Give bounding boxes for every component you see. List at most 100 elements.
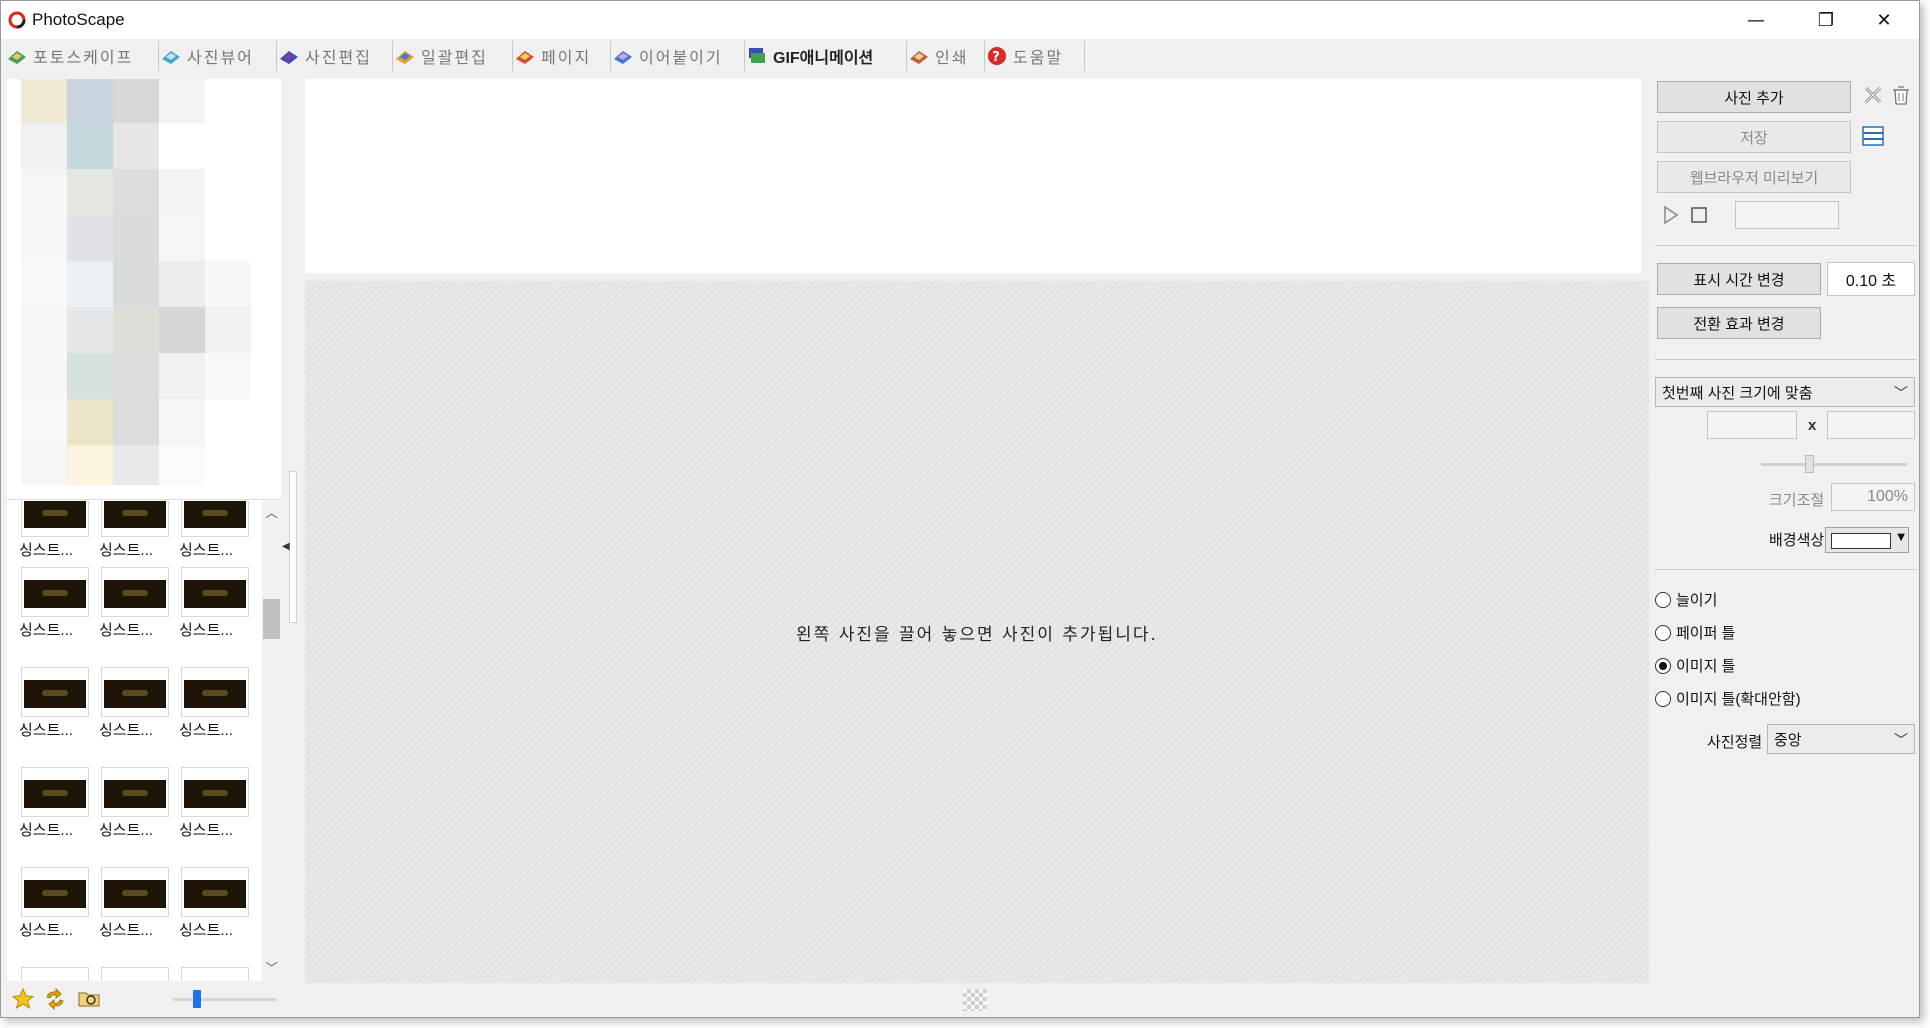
add-photo-button[interactable]: 사진 추가 — [1657, 81, 1851, 113]
radio-label: 늘이기 — [1676, 592, 1718, 609]
thumbnail-image — [181, 867, 249, 917]
thumbnail-image — [101, 501, 169, 537]
tab-label: 사진뷰어 — [187, 48, 254, 67]
svg-text:?: ? — [992, 50, 1002, 65]
fit-option-image-frame[interactable]: 이미지 틀 — [1655, 655, 1735, 676]
folder-tree[interactable] — [7, 79, 281, 500]
frame-strip[interactable] — [305, 79, 1641, 273]
canvas-size-select[interactable]: 첫번째 사진 크기에 맞춤 ﹀ — [1655, 377, 1915, 407]
panel-splitter[interactable]: ◀ — [282, 471, 299, 623]
left-browser-panel: 싱스트... 싱스트... 싱스트... 싱스트... 싱스트... 싱스트... 싱스트.… — [7, 79, 281, 981]
resize-slider-thumb[interactable] — [1805, 455, 1814, 473]
browser-preview-button[interactable]: 웹브라우저 미리보기 — [1657, 161, 1851, 193]
resize-value-field: 100% — [1831, 483, 1915, 511]
thumbnail-image — [181, 667, 249, 717]
save-button[interactable]: 저장 — [1657, 121, 1851, 153]
favorite-star-icon[interactable] — [11, 987, 35, 1011]
animation-canvas[interactable]: 왼쪽 사진을 끌어 놓으면 사진이 추가됩니다. — [305, 281, 1649, 983]
fit-option-stretch[interactable]: 늘이기 — [1655, 589, 1717, 610]
thumbnail-image — [181, 567, 249, 617]
tab-editor[interactable]: 사진편집 — [275, 41, 393, 71]
tab-batch[interactable]: 일괄편집 — [391, 41, 513, 71]
photo-thumbnail[interactable]: 싱스트... — [179, 765, 251, 843]
thumbnail-zoom-thumb[interactable] — [193, 990, 201, 1008]
thumbnail-caption: 싱스트... — [179, 822, 233, 839]
print-tab-icon — [910, 51, 928, 64]
photo-thumbnail[interactable] — [179, 965, 251, 981]
photo-thumbnail[interactable]: 싱스트... — [99, 665, 171, 743]
photo-thumbnail[interactable]: 싱스트... — [99, 565, 171, 643]
clear-all-icon[interactable] — [1889, 83, 1913, 107]
tab-print[interactable]: 인쇄 — [905, 41, 985, 71]
thumbnail-grid: 싱스트... 싱스트... 싱스트... 싱스트... 싱스트... 싱스트... 싱스트.… — [7, 501, 262, 981]
radio-circle — [1655, 591, 1671, 608]
thumbnail-zoom-track[interactable] — [173, 998, 277, 1001]
photo-thumbnail[interactable]: 싱스트... — [19, 765, 91, 843]
tab-gif-animation[interactable]: GIF애니메이션 — [743, 41, 907, 71]
tab-photoscape[interactable]: 포토스케이프 — [3, 41, 159, 71]
thumbnail-image — [181, 767, 249, 817]
display-time-field[interactable]: 0.10 초 — [1827, 262, 1915, 296]
tab-page[interactable]: 페이지 — [511, 41, 611, 71]
transparency-checker-icon[interactable] — [963, 989, 987, 1011]
delete-frames-icon[interactable] — [1861, 83, 1885, 107]
fit-option-image-frame-no-enlarge[interactable]: 이미지 틀(확대안함) — [1655, 688, 1801, 709]
scroll-up-icon[interactable]: ︿ — [265, 507, 278, 520]
photo-thumbnail[interactable] — [99, 965, 171, 981]
minimize-button[interactable]: — — [1721, 1, 1791, 39]
play-icon[interactable] — [1663, 205, 1679, 225]
photo-thumbnail[interactable]: 싱스트... — [19, 665, 91, 743]
fit-option-paper-frame[interactable]: 페이퍼 틀 — [1655, 622, 1735, 643]
bg-color-picker[interactable]: ▼ — [1825, 527, 1909, 553]
thumbnail-image — [101, 567, 169, 617]
tab-help[interactable]: ? 도움말 — [983, 41, 1085, 71]
list-view-icon[interactable] — [1861, 124, 1885, 148]
thumbnail-image — [101, 967, 169, 981]
photo-thumbnail[interactable]: 싱스트... — [99, 865, 171, 943]
thumbnail-scrollbar[interactable]: ︿ ﹀ — [262, 501, 281, 981]
tab-viewer[interactable]: 사진뷰어 — [157, 41, 277, 71]
left-bottom-toolbar — [7, 986, 281, 1014]
folder-icon[interactable] — [77, 987, 101, 1011]
width-field — [1707, 411, 1797, 439]
align-select[interactable]: 중앙 ﹀ — [1767, 724, 1915, 754]
scroll-down-icon[interactable]: ﹀ — [265, 962, 278, 975]
close-button[interactable]: ✕ — [1849, 1, 1919, 39]
photo-thumbnail[interactable]: 싱스트... — [179, 565, 251, 643]
viewer-tab-icon — [162, 51, 180, 64]
photo-thumbnail[interactable]: 싱스트... — [99, 765, 171, 843]
stop-icon[interactable] — [1691, 207, 1707, 223]
change-display-time-button[interactable]: 표시 시간 변경 — [1657, 263, 1821, 295]
title-bar: PhotoScape — ❐ ✕ — [1, 1, 1919, 39]
gif-tab-icon — [749, 48, 765, 63]
thumbnail-caption: 싱스트... — [99, 542, 153, 559]
resize-slider-track[interactable] — [1761, 463, 1907, 466]
tab-label: 이어붙이기 — [639, 48, 723, 67]
thumbnail-caption: 싱스트... — [99, 822, 153, 839]
thumbnail-image — [21, 967, 89, 981]
tab-label: 포토스케이프 — [33, 48, 134, 67]
change-transition-button[interactable]: 전환 효과 변경 — [1657, 307, 1821, 339]
photo-thumbnail[interactable]: 싱스트... — [19, 865, 91, 943]
photo-thumbnail[interactable]: 싱스트... — [99, 501, 171, 563]
chevron-down-icon: ﹀ — [1894, 385, 1908, 401]
photo-thumbnail[interactable] — [19, 965, 91, 981]
thumbnail-caption: 싱스트... — [99, 622, 153, 639]
thumbnail-caption: 싱스트... — [19, 722, 73, 739]
splitter-grip[interactable] — [289, 471, 297, 623]
scrollbar-thumb[interactable] — [263, 599, 280, 639]
tab-combine[interactable]: 이어붙이기 — [609, 41, 745, 71]
photo-thumbnail[interactable]: 싱스트... — [179, 501, 251, 563]
photo-thumbnail[interactable]: 싱스트... — [179, 865, 251, 943]
refresh-icon[interactable] — [43, 987, 67, 1011]
main-tab-bar: 포토스케이프 사진뷰어 사진편집 일괄편집 페이지 이어붙이기 GIF애니메이션 — [1, 39, 1919, 73]
collapse-left-icon[interactable]: ◀ — [282, 541, 290, 552]
tab-label: 일괄편집 — [421, 48, 488, 67]
bg-color-label: 배경색상 — [1769, 532, 1825, 549]
thumbnail-caption: 싱스트... — [19, 542, 73, 559]
photo-thumbnail[interactable]: 싱스트... — [179, 665, 251, 743]
photo-thumbnail[interactable]: 싱스트... — [19, 501, 91, 563]
photo-thumbnail[interactable]: 싱스트... — [19, 565, 91, 643]
separator — [1655, 569, 1917, 570]
radio-circle-selected — [1655, 657, 1671, 674]
